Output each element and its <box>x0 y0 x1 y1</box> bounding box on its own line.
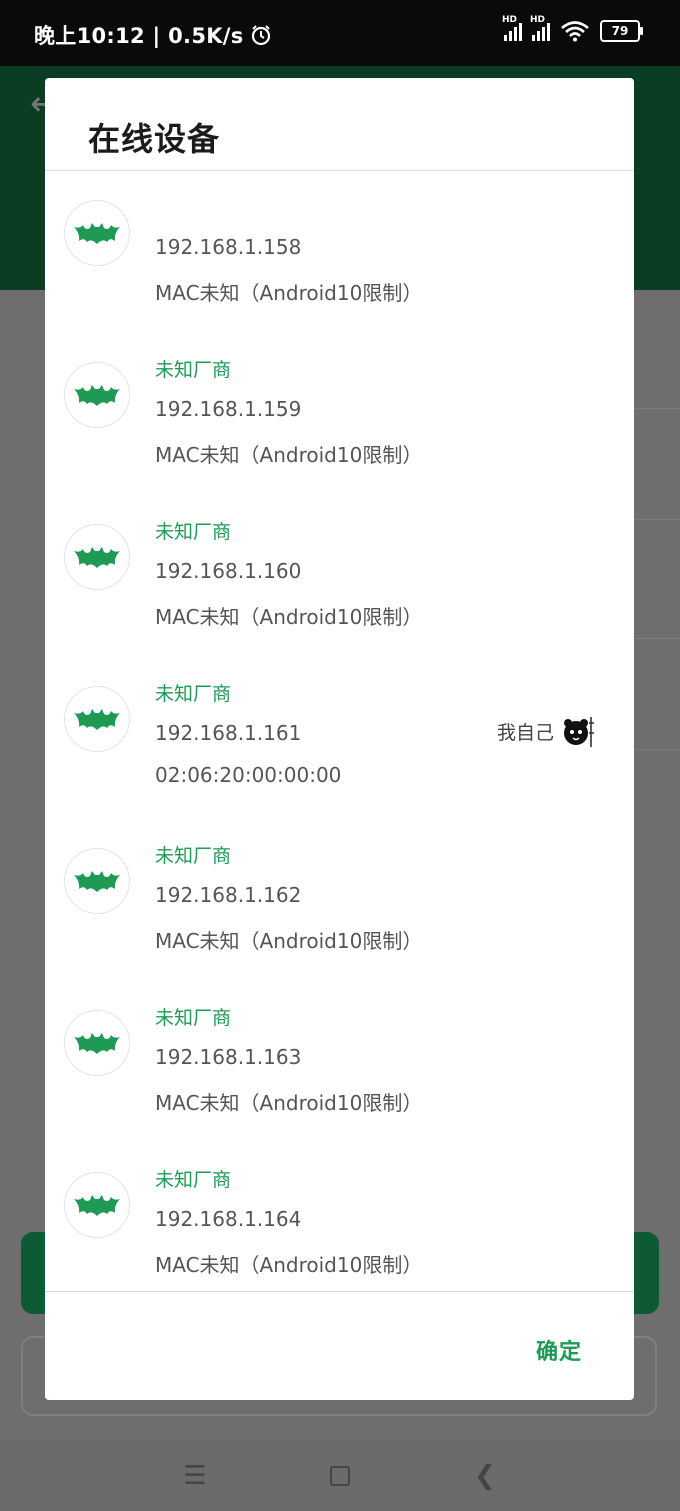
status-icons: HD HD 79 <box>502 15 643 42</box>
signal-icon: HD <box>502 15 522 41</box>
device-mac: MAC未知（Android10限制） <box>155 1091 423 1115</box>
device-list-item[interactable]: 192.168.1.158 MAC未知（Android10限制） <box>45 171 634 321</box>
online-devices-dialog: 在线设备 未知厂商192.168.1.157MAC未知（Android10限制）… <box>45 78 634 1400</box>
device-ip: 192.168.1.162 <box>155 883 302 907</box>
device-ip: 192.168.1.161 <box>155 721 302 745</box>
bat-logo-icon <box>74 871 120 892</box>
device-mac: 02:06:20:00:00:00 <box>155 763 342 787</box>
self-marker: 我自己 <box>497 713 596 749</box>
device-ip: 192.168.1.158 <box>155 235 302 259</box>
device-mac: MAC未知（Android10限制） <box>155 605 423 629</box>
confirm-button[interactable]: 确定 <box>536 1334 582 1366</box>
bat-logo-icon <box>74 385 120 406</box>
device-ip: 192.168.1.163 <box>155 1045 302 1069</box>
status-time: 晚上10:12 | 0.5K/s <box>34 20 272 50</box>
device-avatar <box>64 1010 130 1076</box>
device-ip: 192.168.1.159 <box>155 397 302 421</box>
dialog-divider-bottom <box>45 1291 634 1292</box>
signal-icon-2: HD <box>530 15 550 41</box>
device-list-item[interactable]: 未知厂商 192.168.1.160 MAC未知（Android10限制） <box>45 483 634 645</box>
status-bar: 晚上10:12 | 0.5K/s HD HD 79 <box>0 0 680 66</box>
device-avatar <box>64 848 130 914</box>
home-icon[interactable] <box>330 1465 350 1486</box>
background-divider <box>634 638 680 639</box>
device-vendor: 未知厂商 <box>155 1007 232 1029</box>
device-list-item[interactable]: 未知厂商 192.168.1.161 02:06:20:00:00:00 我自己 <box>45 645 634 807</box>
signal-hd-label: HD <box>502 15 518 25</box>
background-divider <box>634 749 680 750</box>
wifi-icon <box>561 21 589 42</box>
device-mac: MAC未知（Android10限制） <box>155 281 423 305</box>
device-ip: 192.168.1.164 <box>155 1207 302 1231</box>
bat-logo-icon <box>74 547 120 568</box>
device-vendor: 未知厂商 <box>155 683 232 705</box>
panda-icon <box>564 717 594 747</box>
device-list-item[interactable]: 未知厂商 192.168.1.159 MAC未知（Android10限制） <box>45 321 634 483</box>
device-vendor: 未知厂商 <box>155 1169 232 1191</box>
device-vendor: 未知厂商 <box>155 359 232 381</box>
device-mac: MAC未知（Android10限制） <box>155 1253 423 1277</box>
back-icon[interactable]: ❮ <box>470 1461 500 1491</box>
alarm-icon <box>251 25 270 46</box>
dialog-title: 在线设备 <box>88 120 221 158</box>
bat-logo-icon <box>74 709 120 730</box>
bat-logo-icon <box>74 1195 120 1216</box>
bat-logo-icon <box>74 223 120 244</box>
device-list-item[interactable]: 未知厂商 192.168.1.162 MAC未知（Android10限制） <box>45 807 634 969</box>
device-avatar <box>64 1172 130 1238</box>
device-avatar <box>64 686 130 752</box>
device-list[interactable]: 未知厂商192.168.1.157MAC未知（Android10限制）192.1… <box>45 171 634 1291</box>
device-mac: MAC未知（Android10限制） <box>155 443 423 467</box>
battery-icon: 79 <box>600 20 643 42</box>
device-avatar <box>64 362 130 428</box>
device-avatar <box>64 200 130 266</box>
device-vendor: 未知厂商 <box>155 845 232 867</box>
device-mac: MAC未知（Android10限制） <box>155 929 423 953</box>
device-list-item[interactable]: 未知厂商 192.168.1.164 MAC未知（Android10限制） <box>45 1131 634 1291</box>
device-list-item[interactable]: 未知厂商 192.168.1.163 MAC未知（Android10限制） <box>45 969 634 1131</box>
battery-level: 79 <box>611 24 629 38</box>
bat-logo-icon <box>74 1033 120 1054</box>
background-divider <box>634 408 680 409</box>
device-avatar <box>64 524 130 590</box>
device-vendor: 未知厂商 <box>155 521 232 543</box>
navigation-bar: ☰ ❮ <box>0 1440 680 1511</box>
signal-hd-label-2: HD <box>530 15 546 25</box>
background-divider <box>634 519 680 520</box>
self-label: 我自己 <box>496 721 554 744</box>
device-ip: 192.168.1.160 <box>155 559 302 583</box>
status-time-text: 晚上10:12 | 0.5K/s <box>34 24 244 48</box>
menu-icon[interactable]: ☰ <box>180 1461 210 1491</box>
